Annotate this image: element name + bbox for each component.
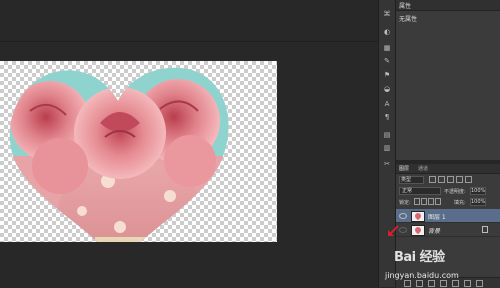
- adjustments-icon[interactable]: ◒: [382, 85, 392, 93]
- layer-name[interactable]: 图层 1: [428, 212, 446, 221]
- properties-tab[interactable]: 属性: [396, 0, 500, 11]
- layer-name[interactable]: 背景: [428, 226, 440, 235]
- lock-fill-row: 锁定: 填充: 100%: [396, 197, 500, 206]
- type-filter-icon[interactable]: [447, 176, 454, 183]
- transparent-canvas[interactable]: [0, 61, 277, 242]
- lock-all-icon[interactable]: [435, 198, 441, 205]
- lock-label: 锁定:: [399, 200, 411, 206]
- info-icon[interactable]: ▥: [382, 144, 392, 152]
- lock-transparency-icon[interactable]: [414, 198, 420, 205]
- paragraph-icon[interactable]: ¶: [382, 113, 392, 121]
- pixel-filter-icon[interactable]: [429, 176, 436, 183]
- history-icon[interactable]: ⌘: [382, 10, 392, 18]
- layer-filter-row: 类型: [396, 174, 500, 184]
- visibility-eye-icon[interactable]: [399, 227, 407, 233]
- properties-icon[interactable]: ▤: [382, 131, 392, 139]
- swatches-icon[interactable]: ▦: [382, 44, 392, 52]
- right-panels: 属性 无属性 图层 通道 类型 正常 不透明度: 100% 锁定: 填充: 10…: [396, 0, 500, 288]
- tab-channels[interactable]: 通道: [418, 165, 428, 172]
- adjustment-filter-icon[interactable]: [438, 176, 445, 183]
- brush-icon[interactable]: ✎: [382, 57, 392, 65]
- properties-tab-label: 属性: [399, 3, 412, 10]
- blend-opacity-row: 正常 不透明度: 100%: [396, 186, 500, 195]
- shape-filter-icon[interactable]: [456, 176, 463, 183]
- baidu-jingyan-watermark: Bai 经验 jingyan.baidu.com: [380, 246, 498, 286]
- layer-row[interactable]: 图层 1: [396, 209, 500, 223]
- document-top-edge: [0, 41, 378, 42]
- layer-thumbnail: [411, 225, 425, 236]
- opacity-label: 不透明度:: [444, 189, 466, 195]
- fill-field[interactable]: 100%: [470, 198, 486, 206]
- lock-position-icon[interactable]: [428, 198, 434, 205]
- layer-lock-icon: [482, 226, 488, 233]
- heart-photo-layer[interactable]: [0, 61, 277, 242]
- layer-thumbnail: [411, 211, 425, 222]
- lock-pixels-icon[interactable]: [421, 198, 427, 205]
- document-canvas-area[interactable]: [0, 0, 378, 287]
- visibility-eye-icon[interactable]: [399, 213, 407, 219]
- color-icon[interactable]: ◐: [382, 28, 392, 36]
- watermark-url: jingyan.baidu.com: [385, 271, 459, 280]
- properties-subtitle: 无属性: [399, 16, 418, 23]
- layer-kind-select[interactable]: 类型: [399, 176, 424, 184]
- tools-icon[interactable]: ✂: [382, 160, 392, 168]
- fill-label: 填充:: [454, 200, 466, 206]
- clone-source-icon[interactable]: ⚑: [382, 71, 392, 79]
- layers-tab-bar: 图层 通道: [396, 164, 500, 174]
- blend-mode-select[interactable]: 正常: [399, 187, 441, 195]
- tab-layers[interactable]: 图层: [399, 165, 409, 172]
- smart-object-filter-icon[interactable]: [465, 176, 472, 183]
- character-icon[interactable]: A: [382, 100, 392, 108]
- properties-body: [396, 24, 500, 156]
- red-arrow-icon: [388, 225, 399, 236]
- watermark-brand: Bai 经验: [394, 250, 445, 265]
- panel-icon-strip: ⌘ ◐ ▦ ✎ ⚑ ◒ A ¶ ▤ ▥ ✂: [378, 0, 396, 287]
- layer-row[interactable]: 背景: [396, 223, 500, 237]
- opacity-field[interactable]: 100%: [470, 187, 486, 195]
